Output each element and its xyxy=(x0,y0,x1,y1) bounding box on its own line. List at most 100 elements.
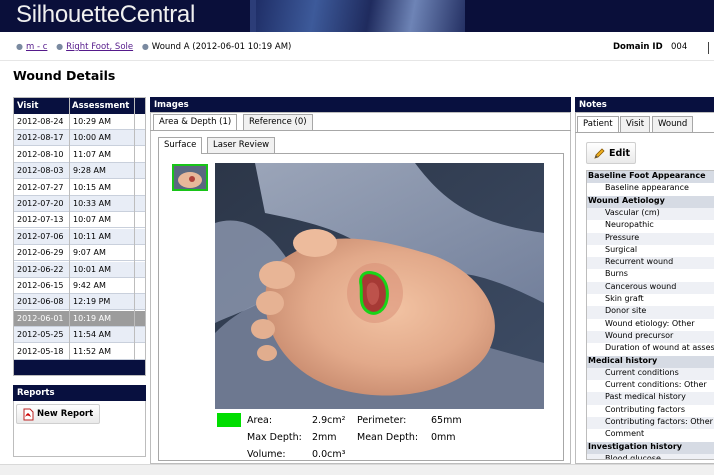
bullet-icon: ● xyxy=(16,42,23,51)
assessment-time: 10:29 AM xyxy=(73,117,111,126)
tab-visit[interactable]: Visit xyxy=(620,116,651,132)
bullet-icon: ● xyxy=(141,42,149,51)
perimeter-value: 65mm xyxy=(431,415,462,426)
table-row[interactable]: 2012-07-13 10:07 AM xyxy=(14,212,145,229)
notes-item[interactable]: Wound precursor xyxy=(587,330,714,344)
image-thumbnail[interactable] xyxy=(172,164,208,191)
visit-date: 2012-05-25 xyxy=(17,330,64,340)
tab-area-depth[interactable]: Area & Depth (1) xyxy=(153,114,238,131)
notes-item[interactable]: Contributing factors xyxy=(587,405,714,417)
visit-table-footer xyxy=(14,360,145,375)
visit-column-header[interactable]: Visit xyxy=(17,101,38,111)
notes-item[interactable]: Pressure xyxy=(587,232,714,245)
table-row[interactable]: 2012-06-15 9:42 AM xyxy=(14,278,145,294)
assessment-time: 10:33 AM xyxy=(73,199,111,208)
visit-date: 2012-08-17 xyxy=(17,133,64,143)
edit-label: Edit xyxy=(609,148,631,159)
breadcrumb-patient-link[interactable]: m - c xyxy=(26,42,47,52)
table-row[interactable]: 2012-05-25 11:54 AM xyxy=(14,327,145,344)
table-row[interactable]: 2012-07-20 10:33 AM xyxy=(14,196,145,212)
edit-notes-button[interactable]: Edit xyxy=(586,142,636,164)
breadcrumb-bar: ● m - c ● Right Foot, Sole ● Wound A (2012-… xyxy=(0,32,714,61)
visit-table-header: Visit Assessment xyxy=(14,98,145,114)
assessment-time: 12:19 PM xyxy=(73,297,111,307)
notes-section-header[interactable]: Investigation history xyxy=(587,441,714,454)
table-row[interactable]: 2012-07-06 10:11 AM xyxy=(14,228,145,245)
wound-outline-legend-swatch xyxy=(217,413,241,427)
column-divider xyxy=(134,98,135,360)
pdf-icon xyxy=(23,408,34,421)
reports-header: Reports xyxy=(13,385,146,401)
wound-image[interactable] xyxy=(215,163,544,409)
app-logo: SilhouetteCentral xyxy=(16,1,196,28)
volume-label: Volume: xyxy=(247,449,286,460)
notes-item[interactable]: Wound etiology: Other xyxy=(587,319,714,331)
notes-item[interactable]: Current conditions: Other xyxy=(587,380,714,392)
notes-section-header[interactable]: Baseline Foot Appearance xyxy=(587,171,714,184)
assessment-column-header[interactable]: Assessment xyxy=(72,101,129,111)
notes-item[interactable]: Cancerous wound xyxy=(587,281,714,294)
visit-date: 2012-05-18 xyxy=(17,346,64,356)
tab-underline xyxy=(150,130,571,131)
table-row[interactable]: 2012-07-27 10:15 AM xyxy=(14,180,145,196)
table-row[interactable]: 2012-08-03 9:28 AM xyxy=(14,163,145,180)
notes-section-header[interactable]: Wound Aetiology xyxy=(587,195,714,208)
tab-wound[interactable]: Wound xyxy=(652,116,694,132)
page-title: Wound Details xyxy=(13,68,116,83)
table-row[interactable]: 2012-06-01 10:19 AM xyxy=(14,310,145,327)
assessment-time: 10:01 AM xyxy=(73,264,111,274)
domain-id-value: 004 xyxy=(671,42,688,52)
notes-item[interactable]: Comment xyxy=(587,429,714,441)
visit-date: 2012-07-27 xyxy=(17,182,64,192)
perimeter-label: Perimeter: xyxy=(357,415,407,426)
table-row[interactable]: 2012-08-17 10:00 AM xyxy=(14,130,145,147)
notes-item[interactable]: Donor site xyxy=(587,306,714,319)
table-row[interactable]: 2012-08-10 11:07 AM xyxy=(14,147,145,163)
notes-item[interactable]: Vascular (cm) xyxy=(587,207,714,221)
assessment-time: 10:19 AM xyxy=(73,313,111,323)
table-row[interactable]: 2012-06-08 12:19 PM xyxy=(14,294,145,311)
table-row[interactable]: 2012-06-29 9:07 AM xyxy=(14,245,145,262)
notes-item[interactable]: Blood glucose xyxy=(587,453,714,459)
visit-date: 2012-06-01 xyxy=(17,313,64,323)
assessment-time: 11:54 AM xyxy=(73,330,111,340)
assessment-time: 9:07 AM xyxy=(73,248,106,258)
visit-date: 2012-08-10 xyxy=(17,149,64,159)
status-strip xyxy=(0,464,714,475)
bullet-icon: ● xyxy=(56,42,64,51)
notes-item[interactable]: Current conditions xyxy=(587,367,714,381)
tab-patient[interactable]: Patient xyxy=(577,116,619,133)
notes-item[interactable]: Baseline appearance xyxy=(587,183,714,195)
notes-item[interactable]: Past medical history xyxy=(587,392,714,405)
breadcrumb-location-link[interactable]: Right Foot, Sole xyxy=(66,42,133,52)
notes-section-header[interactable]: Medical history xyxy=(587,355,714,368)
tab-reference[interactable]: Reference (0) xyxy=(243,114,313,130)
column-divider xyxy=(69,98,70,360)
notes-item[interactable]: Skin graft xyxy=(587,294,714,306)
tab-laser-review[interactable]: Laser Review xyxy=(207,137,276,153)
notes-item[interactable]: Duration of wound at assessment xyxy=(587,343,714,355)
assessment-time: 11:07 AM xyxy=(73,149,111,159)
notes-item[interactable]: Burns xyxy=(587,269,714,281)
breadcrumb: ● m - c ● Right Foot, Sole ● Wound A (2012-… xyxy=(16,42,291,52)
notes-item[interactable]: Contributing factors: Other xyxy=(587,417,714,430)
visit-date: 2012-08-03 xyxy=(17,166,64,176)
visit-date: 2012-07-20 xyxy=(17,199,64,208)
visit-date: 2012-07-06 xyxy=(17,231,64,241)
table-row[interactable]: 2012-08-24 10:29 AM xyxy=(14,114,145,130)
new-report-button[interactable]: New Report xyxy=(16,404,100,424)
tab-surface[interactable]: Surface xyxy=(158,137,203,154)
table-row[interactable]: 2012-06-22 10:01 AM xyxy=(14,261,145,278)
volume-value: 0.0cm³ xyxy=(312,449,346,460)
mean-depth-value: 0mm xyxy=(431,432,456,443)
table-row[interactable]: 2012-05-18 11:52 AM xyxy=(14,344,145,360)
notes-item[interactable]: Surgical xyxy=(587,245,714,257)
notes-item[interactable]: Neuropathic xyxy=(587,220,714,232)
notes-item[interactable]: Recurrent wound xyxy=(587,257,714,270)
pencil-icon xyxy=(594,148,605,159)
assessment-time: 9:42 AM xyxy=(73,281,106,290)
assessment-time: 11:52 AM xyxy=(73,346,111,356)
assessment-time: 10:11 AM xyxy=(73,231,111,241)
visit-date: 2012-06-15 xyxy=(17,281,64,290)
notes-header: Notes xyxy=(575,97,714,113)
